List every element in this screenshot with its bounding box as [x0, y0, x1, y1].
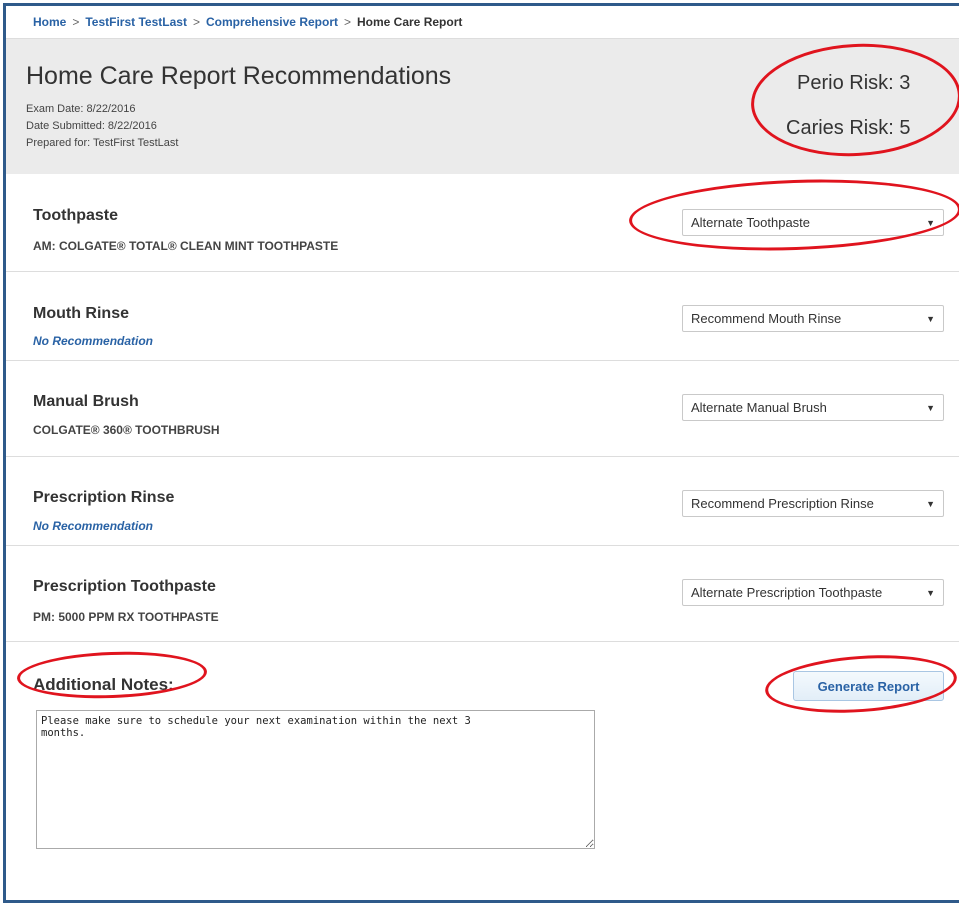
- date-submitted: Date Submitted: 8/22/2016: [26, 120, 157, 132]
- breadcrumb-separator: >: [192, 15, 200, 29]
- mouth-rinse-select[interactable]: Recommend Mouth Rinse ▼: [682, 305, 944, 332]
- chevron-down-icon: ▼: [926, 403, 935, 413]
- section-product: COLGATE® 360® TOOTHBRUSH: [33, 423, 220, 437]
- section-product: PM: 5000 PPM RX TOOTHPASTE: [33, 610, 219, 624]
- section-product: AM: COLGATE® TOTAL® CLEAN MINT TOOTHPAST…: [33, 239, 339, 253]
- section-prescription-rinse: Prescription Rinse No Recommendation Rec…: [6, 457, 959, 546]
- breadcrumb-home[interactable]: Home: [33, 15, 66, 29]
- breadcrumb-separator: >: [72, 15, 80, 29]
- breadcrumb-separator: >: [343, 15, 351, 29]
- breadcrumb-comprehensive-report[interactable]: Comprehensive Report: [206, 15, 338, 29]
- additional-notes-title: Additional Notes:: [33, 675, 174, 694]
- no-recommendation: No Recommendation: [33, 334, 154, 348]
- prepared-for: Prepared for: TestFirst TestLast: [26, 137, 179, 149]
- breadcrumb-patient[interactable]: TestFirst TestLast: [85, 15, 187, 29]
- section-prescription-toothpaste: Prescription Toothpaste PM: 5000 PPM RX …: [6, 546, 959, 642]
- section-title: Manual Brush: [33, 393, 139, 410]
- chevron-down-icon: ▼: [926, 588, 935, 598]
- section-title: Mouth Rinse: [33, 305, 129, 322]
- section-title: Prescription Rinse: [33, 489, 175, 506]
- caries-risk: Caries Risk: 5: [786, 117, 911, 139]
- app-frame: Home > TestFirst TestLast > Comprehensiv…: [3, 3, 959, 903]
- manual-brush-select[interactable]: Alternate Manual Brush ▼: [682, 394, 944, 421]
- prescription-rinse-select[interactable]: Recommend Prescription Rinse ▼: [682, 490, 944, 517]
- select-value: Alternate Manual Brush: [691, 400, 827, 415]
- section-toothpaste: Toothpaste AM: COLGATE® TOTAL® CLEAN MIN…: [6, 174, 959, 272]
- chevron-down-icon: ▼: [926, 314, 935, 324]
- chevron-down-icon: ▼: [926, 218, 935, 228]
- generate-report-button[interactable]: Generate Report: [793, 671, 944, 701]
- breadcrumb: Home > TestFirst TestLast > Comprehensiv…: [6, 6, 959, 39]
- no-recommendation: No Recommendation: [33, 519, 154, 533]
- chevron-down-icon: ▼: [926, 499, 935, 509]
- section-manual-brush: Manual Brush COLGATE® 360® TOOTHBRUSH Al…: [6, 361, 959, 457]
- select-value: Alternate Toothpaste: [691, 215, 811, 230]
- additional-notes-input[interactable]: Please make sure to schedule your next e…: [36, 710, 595, 849]
- section-title: Prescription Toothpaste: [33, 578, 216, 595]
- perio-risk: Perio Risk: 3: [797, 72, 911, 94]
- select-value: Recommend Prescription Rinse: [691, 496, 874, 511]
- select-value: Recommend Mouth Rinse: [691, 311, 842, 326]
- section-mouth-rinse: Mouth Rinse No Recommendation Recommend …: [6, 272, 959, 361]
- select-value: Alternate Prescription Toothpaste: [691, 585, 883, 600]
- prescription-toothpaste-select[interactable]: Alternate Prescription Toothpaste ▼: [682, 579, 944, 606]
- section-title: Toothpaste: [33, 207, 119, 224]
- page-title: Home Care Report Recommendations: [26, 62, 452, 90]
- exam-date: Exam Date: 8/22/2016: [26, 103, 136, 115]
- toothpaste-select[interactable]: Alternate Toothpaste ▼: [682, 209, 944, 236]
- breadcrumb-current: Home Care Report: [357, 15, 463, 29]
- report-header: Home Care Report Recommendations Exam Da…: [6, 39, 959, 174]
